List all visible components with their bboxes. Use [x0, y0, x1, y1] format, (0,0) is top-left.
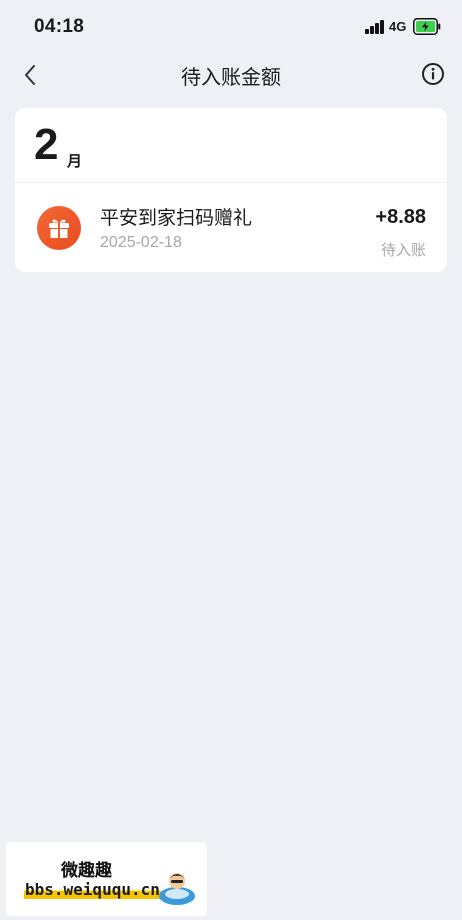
- month-record-card: 2 月 平安到家扫码赠礼 2025-02-18 +8.88 待入账: [15, 108, 447, 272]
- network-label: 4G: [389, 19, 407, 34]
- month-unit: 月: [67, 153, 83, 170]
- battery-charging-icon: [413, 18, 441, 35]
- mascot-icon: [159, 873, 195, 905]
- record-date: 2025-02-18: [100, 234, 182, 251]
- record-item[interactable]: 平安到家扫码赠礼 2025-02-18 +8.88 待入账: [15, 184, 447, 272]
- month-header: 2 月: [15, 108, 447, 183]
- signal-icon: [365, 19, 385, 34]
- watermark-title: 微趣趣: [61, 861, 112, 880]
- record-amount: +8.88: [375, 206, 426, 228]
- status-bar: 04:18 4G: [0, 0, 462, 56]
- record-status: 待入账: [380, 242, 426, 259]
- gift-icon: [37, 206, 81, 250]
- page-title: 待入账金额: [181, 67, 281, 89]
- info-button[interactable]: [419, 60, 447, 88]
- status-time: 04:18: [34, 16, 85, 37]
- record-title: 平安到家扫码赠礼: [100, 208, 253, 229]
- nav-bar: 待入账金额: [0, 56, 462, 94]
- month-number: 2: [34, 120, 59, 169]
- watermark: 微趣趣 bbs.weiququ.cn: [6, 842, 207, 916]
- info-icon: [422, 63, 444, 85]
- watermark-url: bbs.weiququ.cn: [24, 880, 161, 899]
